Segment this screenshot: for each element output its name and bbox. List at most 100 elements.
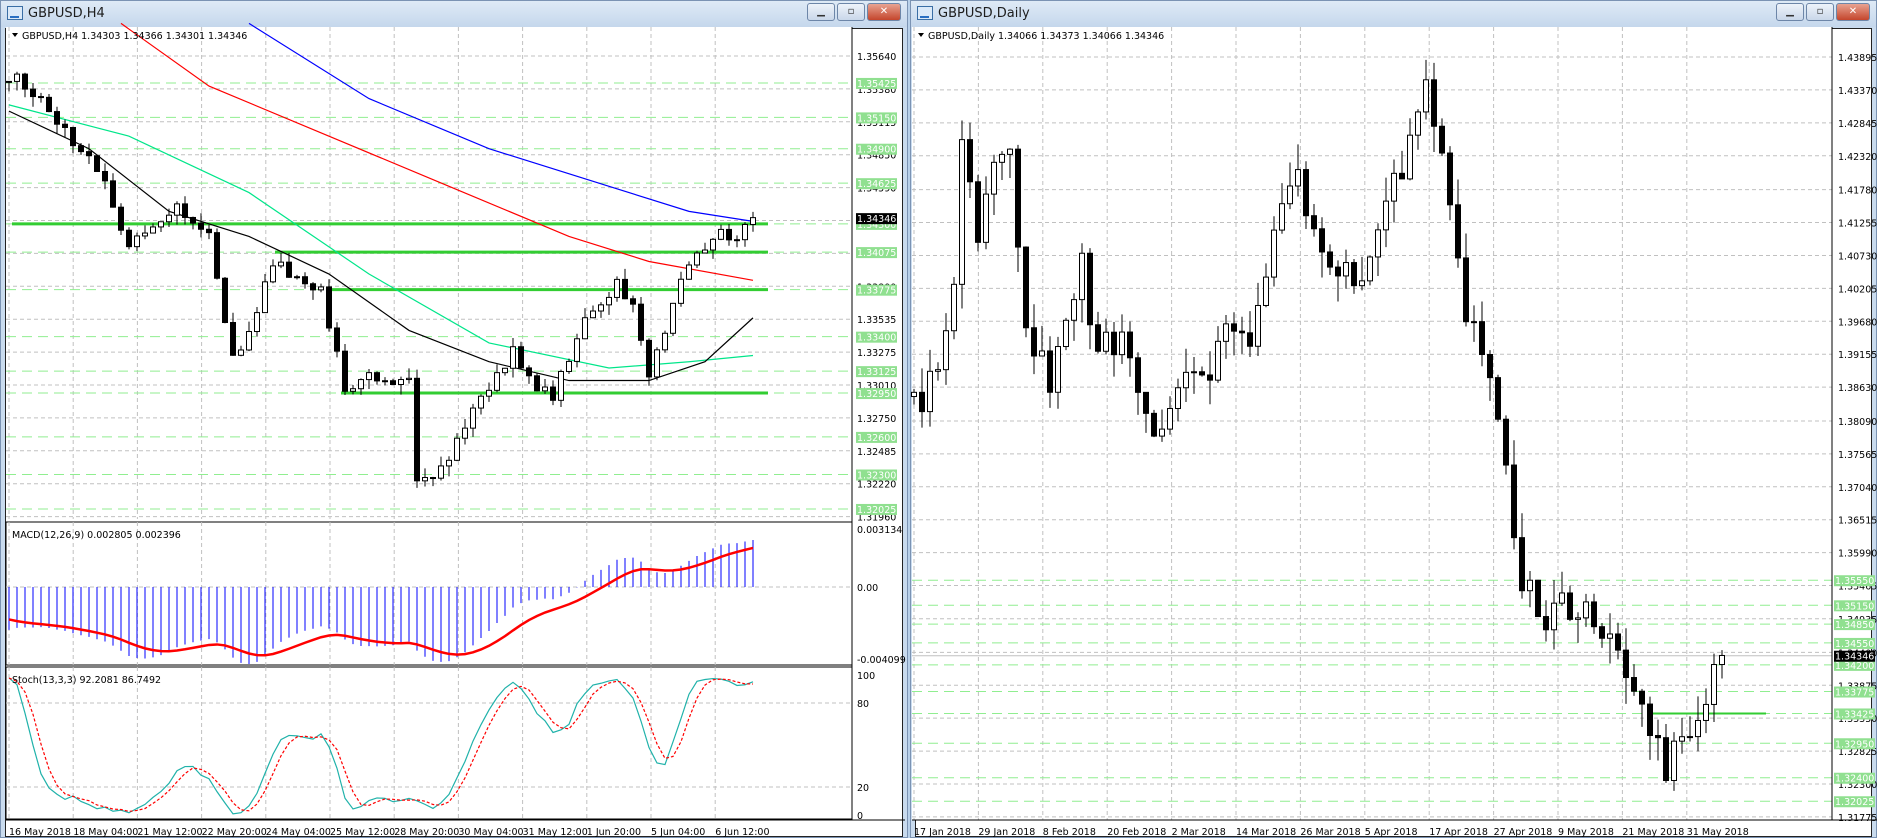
candle (326, 286, 332, 329)
candle (1335, 266, 1341, 277)
time-axis-label: 26 Mar 2018 (1300, 827, 1360, 838)
price-tick-label: 1.43370 (1838, 86, 1877, 97)
candle (1063, 319, 1069, 348)
candle (590, 310, 596, 319)
candle (1415, 111, 1421, 136)
candle (1711, 664, 1717, 705)
candle (230, 322, 236, 356)
candle (278, 261, 284, 267)
candle (959, 139, 965, 285)
candle (1007, 148, 1013, 155)
main-pane (6, 27, 852, 519)
candle (310, 283, 316, 291)
candle (1671, 740, 1677, 781)
time-axis-label: 5 Apr 2018 (1365, 827, 1418, 838)
price-tick-label: 1.32485 (857, 447, 896, 458)
candle (1287, 185, 1293, 205)
candle (142, 232, 148, 237)
candle (1599, 626, 1605, 639)
candle (1631, 677, 1637, 692)
time-axis-label: 18 May 04:00 (73, 827, 138, 838)
candle (150, 226, 156, 234)
h4-chart-header: GBPUSD,H4 1.34303 1.34366 1.34301 1.3434… (22, 31, 247, 42)
stoch-label: Stoch(13,3,3) 92.2081 86.7492 (12, 675, 161, 686)
level-price-label: 1.33775 (857, 286, 896, 297)
candle (302, 276, 308, 285)
candle (462, 427, 468, 439)
candle (1087, 252, 1093, 326)
level-price-label: 1.35550 (1835, 576, 1874, 587)
candle (1039, 350, 1045, 357)
price-tick-label: 1.35990 (1838, 549, 1877, 560)
candle (1367, 256, 1373, 282)
candle (382, 380, 388, 383)
candle (1679, 736, 1685, 742)
candle (350, 388, 356, 392)
candle (943, 330, 949, 371)
candle (438, 465, 444, 479)
candle (1439, 125, 1445, 154)
candle (1719, 654, 1725, 666)
level-price-label: 1.35150 (1835, 601, 1874, 612)
candle (1167, 408, 1173, 430)
candle (654, 349, 660, 378)
candle (927, 370, 933, 413)
candle (62, 123, 68, 128)
price-tick-label: 1.42320 (1838, 152, 1877, 163)
level-price-label: 1.34075 (857, 248, 896, 259)
candle (542, 386, 548, 392)
candle (1455, 204, 1461, 259)
price-tick-label: 1.37565 (1838, 450, 1877, 461)
candle (1343, 262, 1349, 277)
time-axis-label: 17 Apr 2018 (1429, 827, 1488, 838)
candle (246, 331, 252, 351)
candle (1383, 200, 1389, 231)
level-price-label: 1.33125 (857, 367, 896, 378)
time-axis-label: 20 Feb 2018 (1107, 827, 1166, 838)
candle (630, 298, 636, 305)
candle (110, 180, 116, 208)
candle (1031, 327, 1037, 357)
candle (622, 278, 628, 300)
candle (238, 349, 244, 356)
level-price-label: 1.32400 (1835, 774, 1874, 785)
candle (967, 139, 973, 183)
candle (182, 203, 188, 218)
candle (975, 181, 981, 243)
time-axis-label: 21 May 12:00 (137, 827, 202, 838)
time-axis-label: 8 Feb 2018 (1043, 827, 1096, 838)
candle (22, 73, 28, 90)
candle (566, 360, 572, 372)
candle (1015, 148, 1021, 248)
current-price-label: 1.34346 (857, 214, 896, 225)
time-axis-label: 6 Jun 12:00 (715, 827, 769, 838)
candle (1023, 246, 1029, 329)
candle (430, 477, 436, 480)
time-axis-label: 2 Mar 2018 (1172, 827, 1226, 838)
candle (1639, 690, 1645, 705)
candle (1647, 703, 1653, 737)
candle (1135, 357, 1141, 393)
candle (1503, 418, 1509, 466)
candle (454, 437, 460, 461)
price-tick-label: 1.41780 (1838, 186, 1877, 197)
candle (190, 216, 196, 224)
candle (46, 96, 52, 113)
candle (1519, 537, 1525, 592)
candle (1159, 428, 1165, 437)
price-tick-label: 1.42845 (1838, 119, 1877, 130)
candle (94, 155, 100, 172)
stochastic-pane (5, 666, 853, 820)
level-price-label: 1.32300 (857, 471, 896, 482)
candle (78, 145, 84, 153)
candle (574, 338, 580, 362)
candle (1431, 79, 1437, 127)
candle (1351, 262, 1357, 287)
level-price-label: 1.32950 (1835, 739, 1874, 750)
candle (1591, 601, 1597, 628)
candle (1111, 331, 1117, 356)
time-axis-label: 30 May 04:00 (458, 827, 523, 838)
price-tick-label: 1.38630 (1838, 383, 1877, 394)
candle (478, 395, 484, 409)
candle (366, 372, 372, 381)
